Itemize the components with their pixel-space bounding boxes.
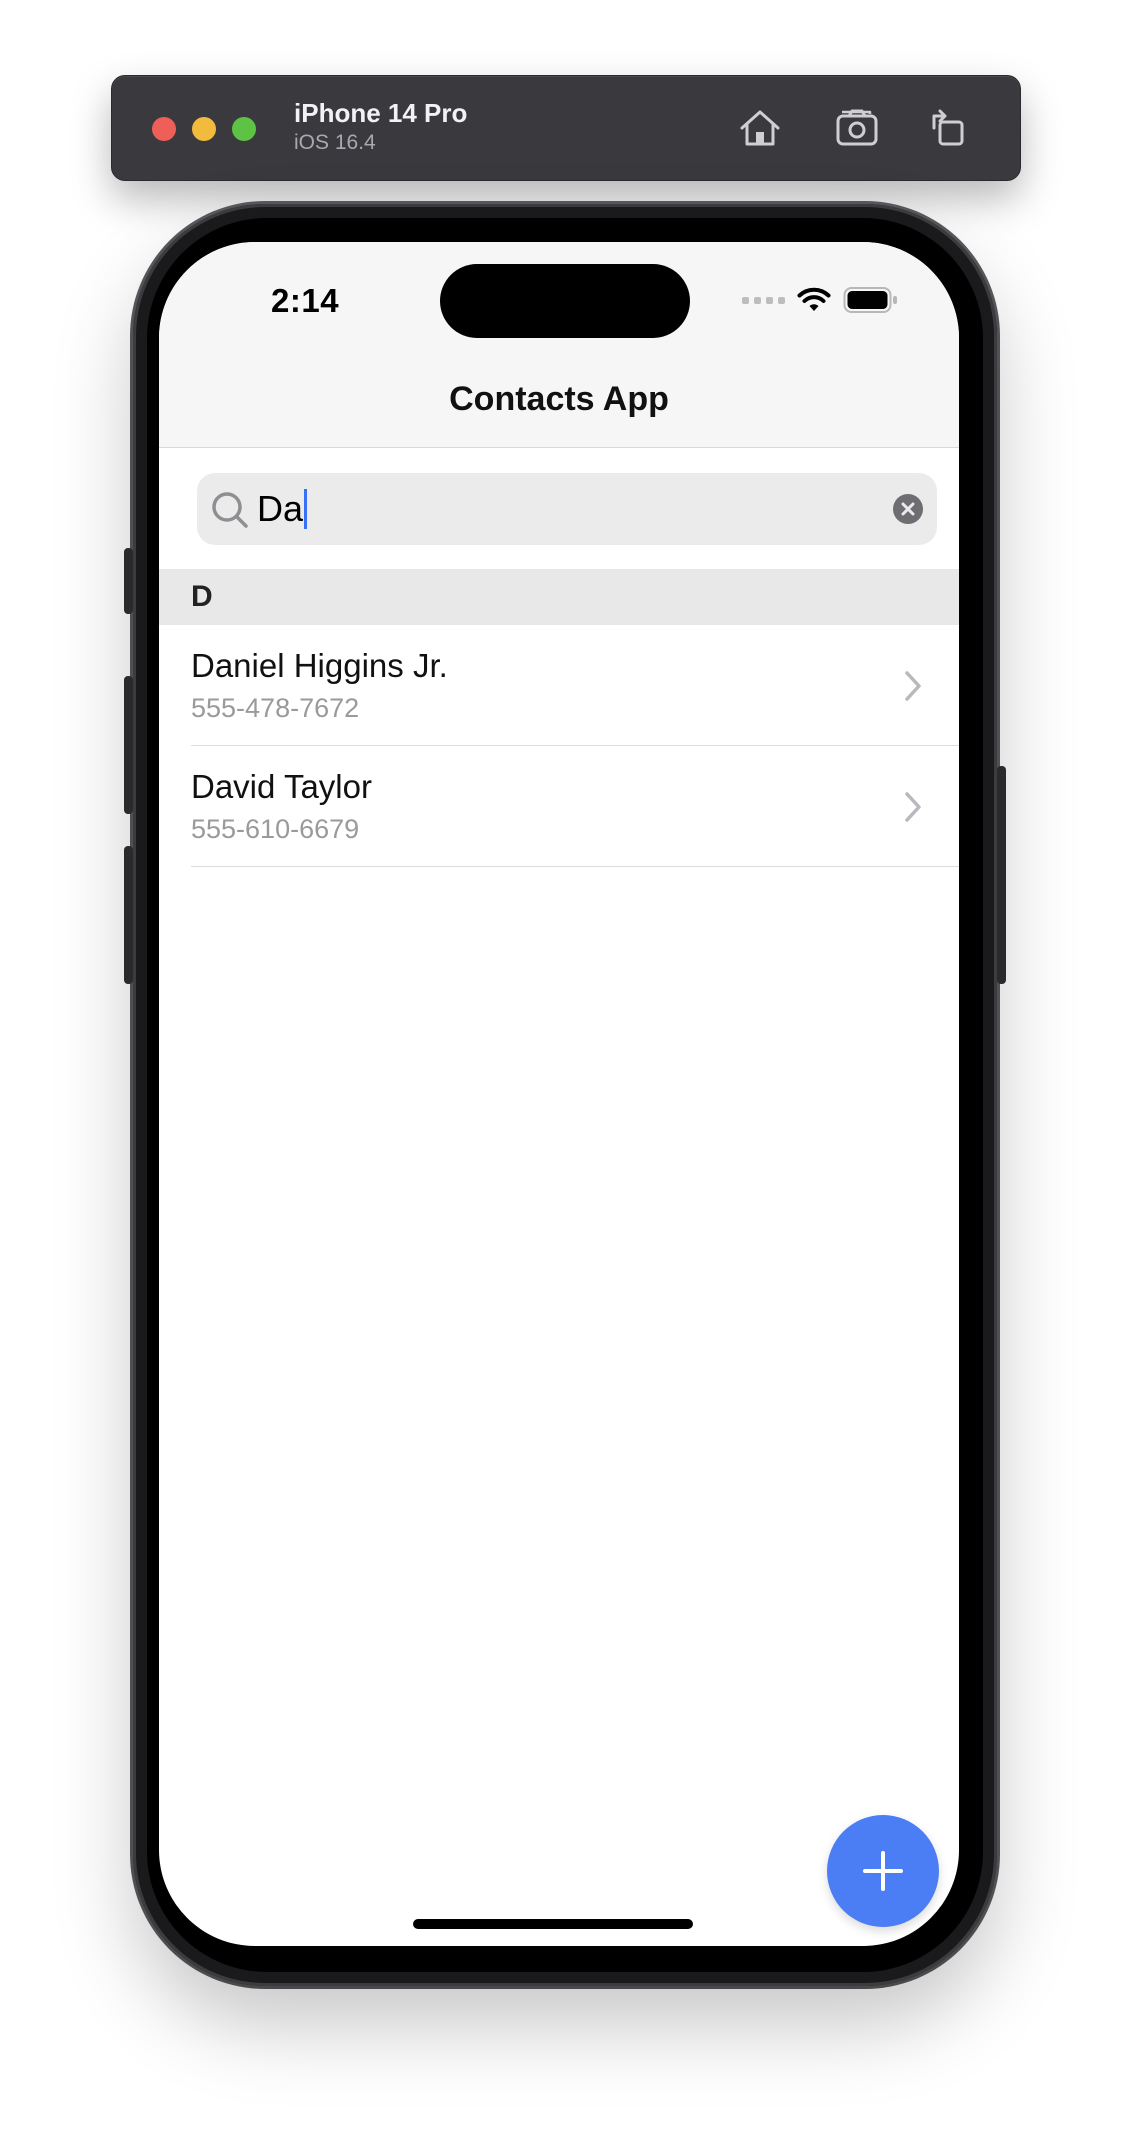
dynamic-island [440, 264, 690, 338]
rotate-icon[interactable] [924, 104, 972, 152]
contact-phone: 555-610-6679 [191, 814, 360, 844]
os-version: iOS 16.4 [294, 131, 376, 154]
volume-up-button [124, 676, 133, 814]
plus-icon [863, 1851, 903, 1891]
status-time: 2:14 [271, 282, 340, 319]
search-input[interactable]: Da [197, 473, 937, 545]
chevron-right-icon [905, 671, 921, 701]
home-indicator[interactable] [413, 1919, 693, 1929]
clear-search-icon[interactable] [893, 494, 923, 524]
chevron-right-icon [905, 792, 921, 822]
home-icon[interactable] [736, 104, 784, 152]
navigation-bar: 2:14 Contacts App [159, 242, 959, 448]
add-contact-button[interactable] [827, 1815, 939, 1927]
contact-row[interactable]: Daniel Higgins Jr. 555-478-7672 [159, 625, 959, 746]
contact-row[interactable]: David Taylor 555-610-6679 [159, 746, 959, 867]
contact-name: Daniel Higgins Jr. [191, 647, 448, 684]
cellular-signal-icon [742, 296, 785, 304]
silent-switch [124, 548, 133, 614]
text-caret [304, 489, 308, 529]
battery-icon [843, 287, 897, 313]
page-title: Contacts App [449, 380, 669, 418]
simulator-toolbar: iPhone 14 Pro iOS 16.4 [111, 75, 1021, 181]
status-indicators [742, 286, 899, 314]
search-icon [212, 492, 248, 528]
minimize-window-button[interactable] [192, 117, 216, 141]
search-query: Da [257, 487, 308, 531]
section-header: D [159, 569, 959, 625]
section-letter: D [191, 580, 213, 613]
contact-name: David Taylor [191, 768, 372, 805]
contact-phone: 555-478-7672 [191, 693, 360, 723]
row-divider [191, 866, 959, 867]
close-window-button[interactable] [152, 117, 176, 141]
app-screen: 2:14 Contacts App Da D Daniel Higgins Jr… [159, 242, 959, 1946]
zoom-window-button[interactable] [232, 117, 256, 141]
screenshot-icon[interactable] [834, 104, 882, 152]
device-name: iPhone 14 Pro [294, 98, 468, 128]
power-button [997, 766, 1006, 984]
volume-down-button [124, 846, 133, 984]
wifi-icon [797, 287, 831, 311]
canvas: iPhone 14 Pro iOS 16.4 2:14 Contacts App… [0, 0, 1130, 2136]
